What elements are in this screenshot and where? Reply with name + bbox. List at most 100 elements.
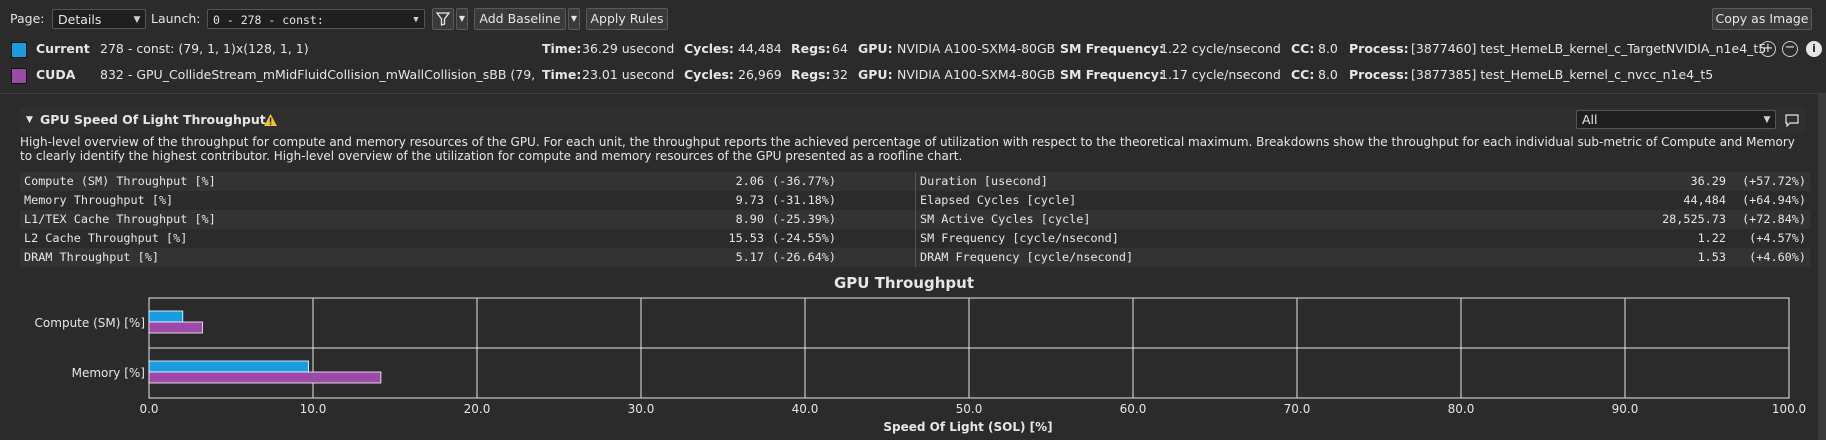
metric-diff: (+57.72%) xyxy=(1742,174,1806,188)
x-tick-label: 70.0 xyxy=(1284,402,1311,416)
regs-label: Regs: xyxy=(791,41,831,56)
x-tick-label: 10.0 xyxy=(300,402,327,416)
metric-value: 8.90 xyxy=(735,212,764,226)
metric-value: 36.29 xyxy=(1690,174,1726,188)
section-header[interactable]: ▼ GPU Speed Of Light Throughput All ▼ xyxy=(20,108,1806,132)
metric-value: 28,525.73 xyxy=(1662,212,1726,226)
metric-diff: (-36.77%) xyxy=(772,174,836,188)
process-value: [3877460] test_HemeLB_kernel_c_TargetNVI… xyxy=(1411,41,1767,56)
metric-value: 9.73 xyxy=(735,193,764,207)
cc-value: 8.0 xyxy=(1318,41,1338,56)
info-icon[interactable]: i xyxy=(1806,41,1822,57)
metric-diff: (+64.94%) xyxy=(1742,193,1806,207)
sm-frequency-label: SM Frequency: xyxy=(1060,67,1164,82)
cc-value: 8.0 xyxy=(1318,67,1338,82)
metric-value: 44,484 xyxy=(1683,193,1726,207)
result-name: Current xyxy=(36,41,90,56)
launch-select-value: 0 - 278 - const: xyxy=(213,13,324,27)
copy-as-image-button[interactable]: Copy as Image xyxy=(1712,8,1812,30)
result-row-cuda[interactable]: CUDA 832 - GPU_CollideStream_mMidFluidCo… xyxy=(0,64,1826,86)
time-label: Time: xyxy=(542,41,582,56)
section-body-select-value: All xyxy=(1582,112,1598,127)
vertical-scrollbar[interactable] xyxy=(1818,94,1826,440)
filter-button[interactable] xyxy=(432,8,454,30)
metric-value: 15.53 xyxy=(728,231,764,245)
page-select[interactable]: Details ▼ xyxy=(52,9,146,29)
cc-label: CC: xyxy=(1291,67,1315,82)
x-tick-label: 40.0 xyxy=(792,402,819,416)
result-kernel: 832 - GPU_CollideStream_mMidFluidCollisi… xyxy=(100,67,536,82)
metric-value: 1.22 xyxy=(1697,231,1726,245)
metric-diff: (+4.57%) xyxy=(1749,231,1806,245)
gpu-value: NVIDIA A100-SXM4-80GB xyxy=(897,67,1056,82)
gpu-throughput-chart: GPU Throughput Compute (SM) [%] Memory [%… xyxy=(35,274,1807,434)
regs-value: 32 xyxy=(832,67,848,82)
process-label: Process: xyxy=(1349,41,1409,56)
comment-icon[interactable] xyxy=(1784,113,1800,127)
result-kernel: 278 - const: (79, 1, 1)x(128, 1, 1) xyxy=(100,41,309,56)
sm-frequency-label: SM Frequency: xyxy=(1060,41,1164,56)
x-tick-label: 50.0 xyxy=(956,402,983,416)
bar-1-0 xyxy=(148,360,309,373)
metric-name: L2 Cache Throughput [%] xyxy=(24,231,188,245)
metric-diff: (-25.39%) xyxy=(772,212,836,226)
page-select-value: Details xyxy=(58,12,102,27)
time-value: 23.01 usecond xyxy=(582,67,675,82)
metric-diff: (+72.84%) xyxy=(1742,212,1806,226)
add-result-icon[interactable]: + xyxy=(1760,41,1776,57)
collapse-triangle-icon[interactable]: ▼ xyxy=(26,108,33,132)
process-value: [3877385] test_HemeLB_kernel_c_nvcc_n1e4… xyxy=(1411,67,1714,82)
x-tick-label: 90.0 xyxy=(1612,402,1639,416)
bar-1-1 xyxy=(148,371,382,384)
metric-name: L1/TEX Cache Throughput [%] xyxy=(24,212,216,226)
x-tick-label: 0.0 xyxy=(139,402,158,416)
gpu-label: GPU: xyxy=(858,67,893,82)
metric-diff: (-26.64%) xyxy=(772,250,836,264)
launch-select[interactable]: 0 - 278 - const: ▼ xyxy=(207,9,425,29)
remove-result-icon[interactable]: − xyxy=(1782,41,1798,57)
add-baseline-button[interactable]: Add Baseline xyxy=(474,8,566,30)
filter-icon xyxy=(435,12,451,26)
sm-frequency-value: 1.17 cycle/nsecond xyxy=(1160,67,1281,82)
series-color-swatch xyxy=(11,42,27,58)
warning-icon xyxy=(264,114,277,126)
sm-frequency-value: 1.22 cycle/nsecond xyxy=(1160,41,1281,56)
metrics-table: Compute (SM) Throughput [%] 2.06 (-36.77… xyxy=(20,172,1810,267)
category-label: Compute (SM) [%] xyxy=(35,316,145,330)
section-description: High-level overview of the throughput fo… xyxy=(20,135,1795,163)
apply-rules-button[interactable]: Apply Rules xyxy=(586,8,668,30)
metric-name: Duration [usecond] xyxy=(920,174,1048,188)
chart-title: GPU Throughput xyxy=(834,274,974,292)
cycles-value: 44,484 xyxy=(738,41,782,56)
baseline-dropdown-button[interactable]: ▼ xyxy=(568,8,580,30)
x-tick-label: 100.0 xyxy=(1772,402,1806,416)
cycles-label: Cycles: xyxy=(684,67,734,82)
time-value: 36.29 usecond xyxy=(582,41,675,56)
divider xyxy=(0,93,1826,94)
x-axis-label: Speed Of Light (SOL) [%] xyxy=(883,420,1052,434)
metric-name: Memory Throughput [%] xyxy=(24,193,174,207)
bar-0-0 xyxy=(148,310,184,323)
result-row-current[interactable]: Current 278 - const: (79, 1, 1)x(128, 1,… xyxy=(0,38,1826,60)
metric-diff: (-24.55%) xyxy=(772,231,836,245)
x-tick-label: 60.0 xyxy=(1120,402,1147,416)
column-divider xyxy=(915,172,916,267)
x-tick-label: 20.0 xyxy=(464,402,491,416)
filter-dropdown-button[interactable]: ▼ xyxy=(456,8,468,30)
cycles-value: 26,969 xyxy=(738,67,782,82)
chevron-down-icon: ▼ xyxy=(570,14,578,23)
metric-name: DRAM Frequency [cycle/nsecond] xyxy=(920,250,1134,264)
section-title: GPU Speed Of Light Throughput xyxy=(40,112,266,127)
x-tick-label: 80.0 xyxy=(1448,402,1475,416)
gpu-value: NVIDIA A100-SXM4-80GB xyxy=(897,41,1056,56)
metric-value: 1.53 xyxy=(1697,250,1726,264)
series-color-swatch xyxy=(11,68,27,84)
x-tick-label: 30.0 xyxy=(628,402,655,416)
regs-label: Regs: xyxy=(791,67,831,82)
metric-name: SM Active Cycles [cycle] xyxy=(920,212,1091,226)
gpu-label: GPU: xyxy=(858,41,893,56)
chevron-down-icon: ▼ xyxy=(133,15,141,25)
section-body-select[interactable]: All ▼ xyxy=(1576,110,1776,129)
metric-name: DRAM Throughput [%] xyxy=(24,250,159,264)
chevron-down-icon: ▼ xyxy=(1763,115,1771,125)
